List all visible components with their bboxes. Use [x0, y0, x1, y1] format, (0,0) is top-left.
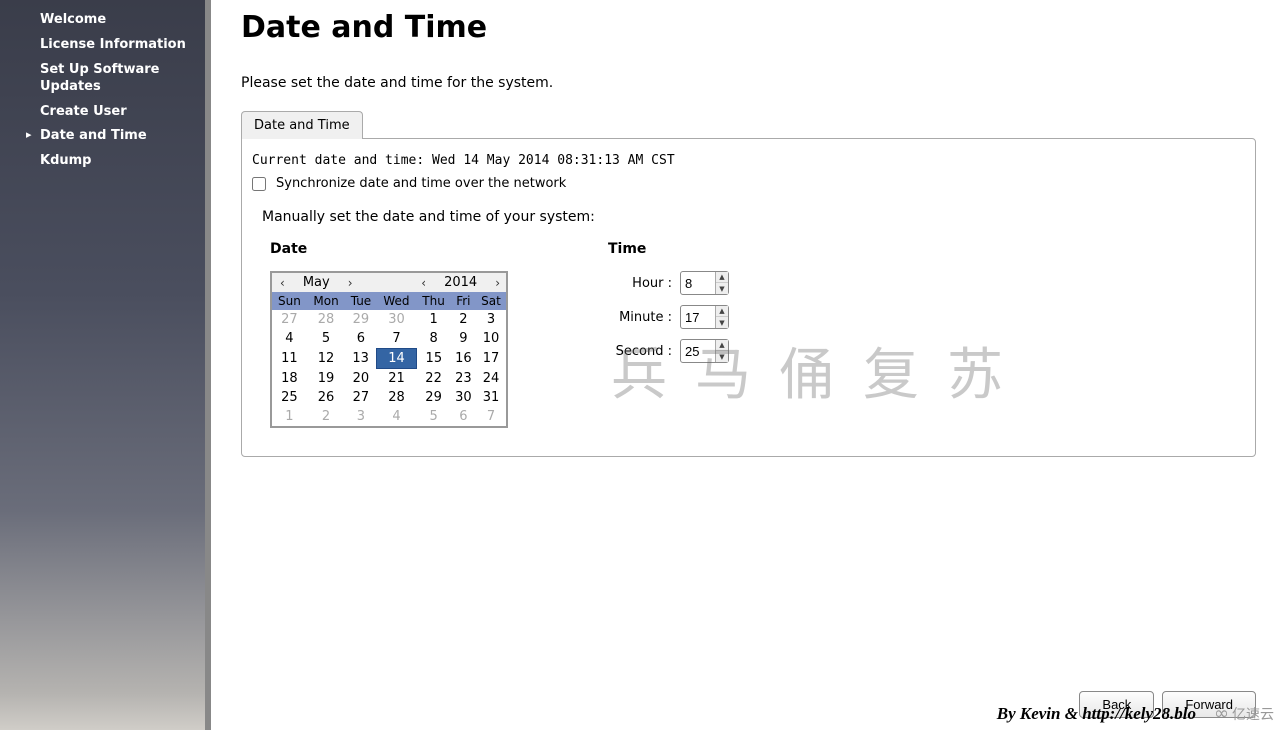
page-subtitle: Please set the date and time for the sys… — [241, 75, 1256, 91]
calendar-day[interactable]: 3 — [476, 310, 506, 329]
content-area: Date and Time Please set the date and ti… — [211, 0, 1286, 730]
current-datetime-value: Wed 14 May 2014 08:31:13 AM CST — [432, 153, 675, 168]
hour-spinner[interactable]: ▲ ▼ — [680, 271, 729, 295]
calendar-day[interactable]: 15 — [416, 349, 450, 369]
prev-month-icon[interactable]: ‹ — [278, 276, 287, 290]
calendar-year: 2014 — [434, 275, 487, 290]
next-month-icon[interactable]: › — [346, 276, 355, 290]
sidebar-item-license[interactable]: License Information — [0, 33, 205, 58]
calendar-day[interactable]: 30 — [451, 388, 476, 407]
current-datetime: Current date and time: Wed 14 May 2014 0… — [252, 153, 1245, 168]
sidebar-item-create-user[interactable]: Create User — [0, 100, 205, 125]
calendar-day[interactable]: 7 — [377, 329, 417, 349]
calendar-day[interactable]: 9 — [451, 329, 476, 349]
calendar: ‹ May › ‹ 2014 › SunMonTueWedThuFri — [270, 271, 508, 428]
sync-network-label: Synchronize date and time over the netwo… — [276, 176, 566, 191]
calendar-day[interactable]: 13 — [345, 349, 376, 369]
calendar-day[interactable]: 14 — [377, 349, 417, 369]
calendar-day[interactable]: 5 — [307, 329, 346, 349]
weekday-header: Tue — [345, 292, 376, 310]
minute-spinner[interactable]: ▲ ▼ — [680, 305, 729, 329]
calendar-day[interactable]: 22 — [416, 369, 450, 389]
calendar-day[interactable]: 5 — [416, 407, 450, 426]
calendar-day[interactable]: 27 — [345, 388, 376, 407]
calendar-day[interactable]: 21 — [377, 369, 417, 389]
calendar-day[interactable]: 18 — [272, 369, 307, 389]
calendar-day[interactable]: 20 — [345, 369, 376, 389]
prev-year-icon[interactable]: ‹ — [419, 276, 428, 290]
date-header: Date — [270, 241, 508, 257]
infinity-icon: ∞ — [1214, 705, 1229, 723]
second-input[interactable] — [681, 340, 715, 362]
tab-date-time[interactable]: Date and Time — [241, 111, 363, 139]
badge-text: 亿速云 — [1232, 704, 1274, 724]
byline-text: By Kevin & http://kely28.blo — [997, 704, 1196, 724]
hour-input[interactable] — [681, 272, 715, 294]
calendar-day[interactable]: 10 — [476, 329, 506, 349]
date-column: Date ‹ May › ‹ 2014 › — [270, 241, 508, 428]
next-year-icon[interactable]: › — [493, 276, 502, 290]
hour-down-icon[interactable]: ▼ — [716, 283, 728, 294]
calendar-day[interactable]: 29 — [345, 310, 376, 329]
calendar-day[interactable]: 6 — [345, 329, 376, 349]
hour-label: Hour : — [608, 276, 672, 291]
hour-up-icon[interactable]: ▲ — [716, 272, 728, 283]
time-header: Time — [608, 241, 729, 257]
weekday-header: Fri — [451, 292, 476, 310]
calendar-day[interactable]: 28 — [377, 388, 417, 407]
calendar-day[interactable]: 11 — [272, 349, 307, 369]
sidebar: Welcome License Information Set Up Softw… — [0, 0, 205, 730]
manual-set-label: Manually set the date and time of your s… — [262, 209, 1245, 225]
tab-panel: Current date and time: Wed 14 May 2014 0… — [241, 138, 1256, 457]
weekday-header: Sat — [476, 292, 506, 310]
calendar-day[interactable]: 24 — [476, 369, 506, 389]
calendar-day[interactable]: 3 — [345, 407, 376, 426]
sync-network-checkbox[interactable] — [252, 177, 266, 191]
calendar-day[interactable]: 8 — [416, 329, 450, 349]
sidebar-item-kdump[interactable]: Kdump — [0, 149, 205, 174]
page-title: Date and Time — [241, 10, 1256, 45]
calendar-day[interactable]: 1 — [272, 407, 307, 426]
minute-down-icon[interactable]: ▼ — [716, 317, 728, 328]
calendar-day[interactable]: 19 — [307, 369, 346, 389]
second-spinner[interactable]: ▲ ▼ — [680, 339, 729, 363]
calendar-day[interactable]: 17 — [476, 349, 506, 369]
sidebar-item-welcome[interactable]: Welcome — [0, 8, 205, 33]
logo-badge: ∞ 亿速云 — [1214, 704, 1274, 724]
second-down-icon[interactable]: ▼ — [716, 351, 728, 362]
calendar-day[interactable]: 4 — [377, 407, 417, 426]
calendar-day[interactable]: 27 — [272, 310, 307, 329]
calendar-day[interactable]: 29 — [416, 388, 450, 407]
weekday-header: Sun — [272, 292, 307, 310]
weekday-header: Mon — [307, 292, 346, 310]
calendar-day[interactable]: 26 — [307, 388, 346, 407]
calendar-grid: SunMonTueWedThuFriSat 272829301234567891… — [272, 292, 506, 426]
weekday-header: Wed — [377, 292, 417, 310]
current-datetime-prefix: Current date and time: — [252, 153, 432, 168]
sidebar-item-date-time[interactable]: Date and Time — [0, 124, 205, 149]
calendar-day[interactable]: 4 — [272, 329, 307, 349]
calendar-day[interactable]: 2 — [307, 407, 346, 426]
calendar-day[interactable]: 16 — [451, 349, 476, 369]
calendar-day[interactable]: 7 — [476, 407, 506, 426]
second-label: Second : — [608, 344, 672, 359]
calendar-day[interactable]: 28 — [307, 310, 346, 329]
calendar-day[interactable]: 25 — [272, 388, 307, 407]
calendar-day[interactable]: 31 — [476, 388, 506, 407]
calendar-day[interactable]: 6 — [451, 407, 476, 426]
calendar-day[interactable]: 2 — [451, 310, 476, 329]
calendar-day[interactable]: 23 — [451, 369, 476, 389]
calendar-day[interactable]: 1 — [416, 310, 450, 329]
sidebar-item-updates[interactable]: Set Up Software Updates — [0, 58, 205, 100]
minute-input[interactable] — [681, 306, 715, 328]
minute-up-icon[interactable]: ▲ — [716, 306, 728, 317]
weekday-header: Thu — [416, 292, 450, 310]
calendar-day[interactable]: 12 — [307, 349, 346, 369]
minute-label: Minute : — [608, 310, 672, 325]
second-up-icon[interactable]: ▲ — [716, 340, 728, 351]
calendar-day[interactable]: 30 — [377, 310, 417, 329]
calendar-month: May — [293, 275, 340, 290]
time-column: Time Hour : ▲ ▼ Minute : — [608, 241, 729, 428]
